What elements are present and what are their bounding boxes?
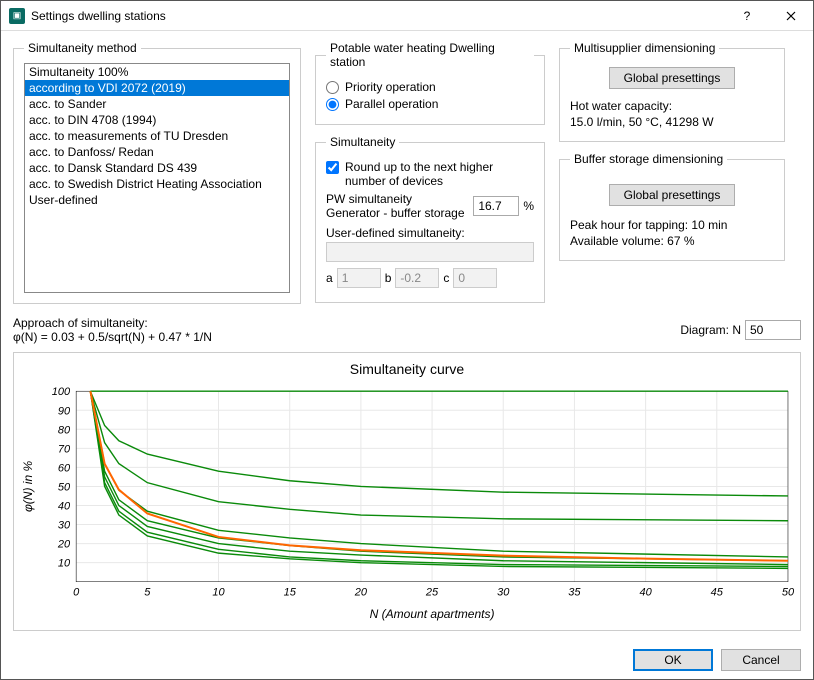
round-check-input[interactable] xyxy=(326,161,339,174)
coef-a-input: 1 xyxy=(337,268,381,288)
svg-text:60: 60 xyxy=(58,462,71,474)
parallel-label: Parallel operation xyxy=(345,97,438,111)
method-item[interactable]: acc. to Swedish District Heating Associa… xyxy=(25,176,289,192)
method-item[interactable]: acc. to Dansk Standard DS 439 xyxy=(25,160,289,176)
capacity-value: 15.0 l/min, 50 °C, 41298 W xyxy=(570,115,774,129)
simultaneity-group: Simultaneity Round up to the next higher… xyxy=(315,135,545,303)
priority-radio-input[interactable] xyxy=(326,81,339,94)
svg-text:100: 100 xyxy=(52,386,71,398)
svg-text:φ(N) in %: φ(N) in % xyxy=(21,461,35,513)
svg-text:30: 30 xyxy=(58,520,71,532)
coef-a-label: a xyxy=(326,271,333,285)
svg-text:80: 80 xyxy=(58,424,71,436)
simultaneity-method-legend: Simultaneity method xyxy=(24,41,141,55)
svg-text:90: 90 xyxy=(58,405,71,417)
method-item[interactable]: acc. to Sander xyxy=(25,96,289,112)
coef-b-input: -0.2 xyxy=(395,268,439,288)
heating-legend: Potable water heating Dwelling station xyxy=(326,41,534,69)
method-item[interactable]: according to VDI 2072 (2019) xyxy=(25,80,289,96)
parallel-operation-radio[interactable]: Parallel operation xyxy=(326,97,534,111)
svg-text:5: 5 xyxy=(144,587,151,599)
approach-formula: φ(N) = 0.03 + 0.5/sqrt(N) + 0.47 * 1/N xyxy=(13,330,212,344)
pw-label-2: Generator - buffer storage xyxy=(326,206,469,220)
window-title: Settings dwelling stations xyxy=(31,9,725,23)
svg-text:10: 10 xyxy=(58,558,71,570)
method-item[interactable]: Simultaneity 100% xyxy=(25,64,289,80)
approach-label: Approach of simultaneity: xyxy=(13,316,212,330)
svg-text:50: 50 xyxy=(782,587,795,599)
coef-c-label: c xyxy=(443,271,449,285)
peak-label: Peak hour for tapping: 10 min xyxy=(570,218,774,232)
buffer-presettings-button[interactable]: Global presettings xyxy=(609,184,736,206)
simultaneity-legend: Simultaneity xyxy=(326,135,399,149)
simultaneity-chart: 0 5 10 15 20 25 30 35 40 45 50 10 20 30 40 50 60 70 80 90 10… xyxy=(16,379,798,628)
svg-text:30: 30 xyxy=(497,587,510,599)
buffer-legend: Buffer storage dimensioning xyxy=(570,152,727,166)
svg-text:50: 50 xyxy=(58,481,71,493)
dialog-window: ▣ Settings dwelling stations ? Simultane… xyxy=(0,0,814,680)
titlebar: ▣ Settings dwelling stations ? xyxy=(1,1,813,31)
multisupplier-group: Multisupplier dimensioning Global preset… xyxy=(559,41,785,142)
svg-text:70: 70 xyxy=(58,443,71,455)
method-item[interactable]: User-defined xyxy=(25,192,289,208)
diagram-n-input[interactable] xyxy=(745,320,801,340)
pw-unit: % xyxy=(523,199,534,213)
coef-b-label: b xyxy=(385,271,392,285)
svg-text:15: 15 xyxy=(284,587,297,599)
method-item[interactable]: acc. to Danfoss/ Redan xyxy=(25,144,289,160)
svg-text:45: 45 xyxy=(711,587,724,599)
svg-text:20: 20 xyxy=(354,587,368,599)
svg-text:N (Amount apartments): N (Amount apartments) xyxy=(370,607,495,621)
pw-value-input[interactable] xyxy=(473,196,519,216)
round-label: Round up to the next higher number of de… xyxy=(345,160,534,188)
priority-operation-radio[interactable]: Priority operation xyxy=(326,80,534,94)
simultaneity-method-group: Simultaneity method Simultaneity 100%acc… xyxy=(13,41,301,304)
parallel-radio-input[interactable] xyxy=(326,98,339,111)
heating-group: Potable water heating Dwelling station P… xyxy=(315,41,545,125)
simultaneity-method-list[interactable]: Simultaneity 100%according to VDI 2072 (… xyxy=(24,63,290,293)
help-button[interactable]: ? xyxy=(725,1,769,31)
svg-text:40: 40 xyxy=(58,501,71,513)
round-up-checkbox[interactable]: Round up to the next higher number of de… xyxy=(326,160,534,188)
cancel-button[interactable]: Cancel xyxy=(721,649,801,671)
svg-text:20: 20 xyxy=(57,539,71,551)
svg-text:40: 40 xyxy=(639,587,652,599)
multisupplier-legend: Multisupplier dimensioning xyxy=(570,41,719,55)
chart-title: Simultaneity curve xyxy=(16,355,798,379)
method-item[interactable]: acc. to DIN 4708 (1994) xyxy=(25,112,289,128)
user-simul-label: User-defined simultaneity: xyxy=(326,226,534,240)
chart-container: Simultaneity curve 0 5 10 15 20 25 30 35 40 45 50 1… xyxy=(13,352,801,631)
app-icon: ▣ xyxy=(9,8,25,24)
coef-c-input: 0 xyxy=(453,268,497,288)
method-item[interactable]: acc. to measurements of TU Dresden xyxy=(25,128,289,144)
user-simul-input xyxy=(326,242,534,262)
ok-button[interactable]: OK xyxy=(633,649,713,671)
priority-label: Priority operation xyxy=(345,80,436,94)
svg-text:35: 35 xyxy=(568,587,581,599)
capacity-label: Hot water capacity: xyxy=(570,99,774,113)
close-button[interactable] xyxy=(769,1,813,31)
svg-text:25: 25 xyxy=(425,587,439,599)
svg-text:0: 0 xyxy=(73,587,80,599)
buffer-group: Buffer storage dimensioning Global prese… xyxy=(559,152,785,261)
avail-label: Available volume: 67 % xyxy=(570,234,774,248)
svg-text:10: 10 xyxy=(212,587,225,599)
pw-label-1: PW simultaneity xyxy=(326,192,469,206)
multi-presettings-button[interactable]: Global presettings xyxy=(609,67,736,89)
diagram-n-label: Diagram: N xyxy=(680,323,741,337)
